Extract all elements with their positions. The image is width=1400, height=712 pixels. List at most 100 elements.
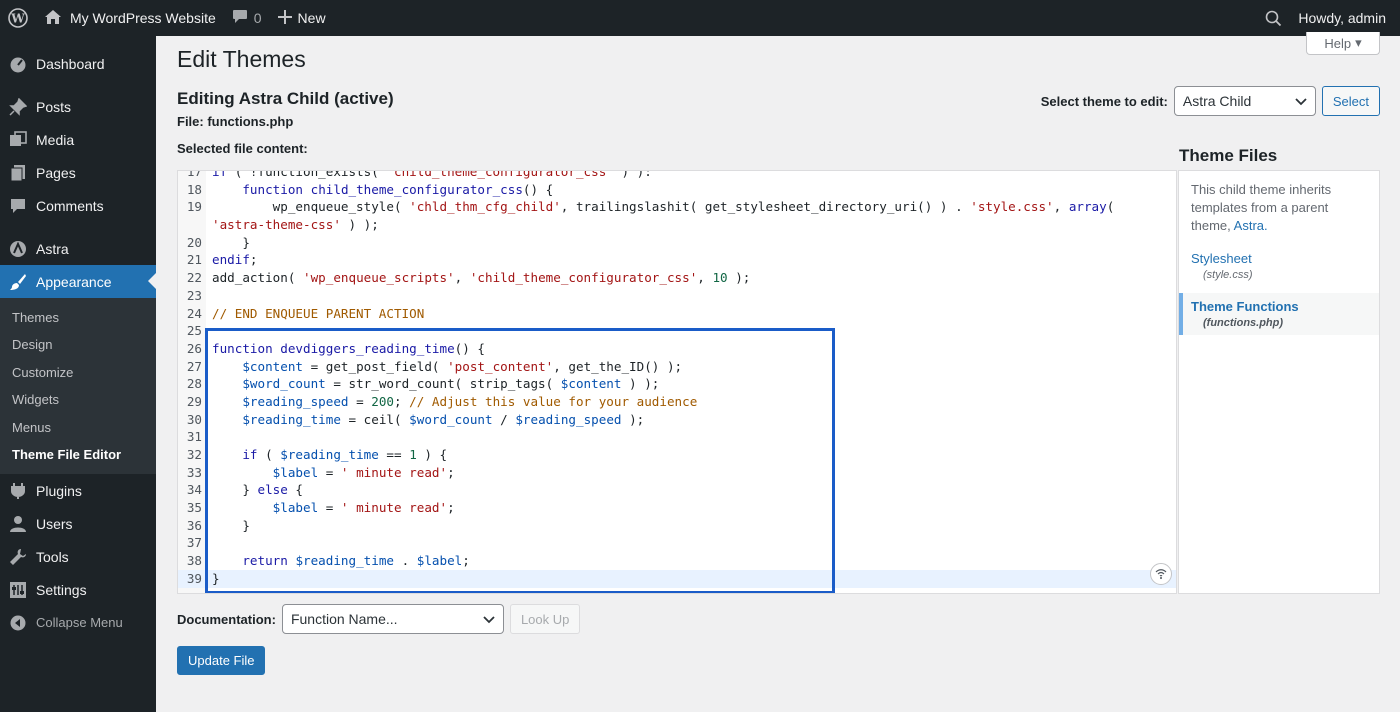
code-line: 24// END ENQUEUE PARENT ACTION — [186, 305, 425, 321]
sidebar-item-pages[interactable]: Pages — [0, 156, 156, 189]
appearance-submenu: Themes Design Customize Widgets Menus Th… — [0, 298, 156, 475]
collapse-icon — [8, 613, 28, 633]
submenu-item-menus[interactable]: Menus — [0, 414, 156, 441]
sidebar-item-media[interactable]: Media — [0, 123, 156, 156]
submenu-item-themes[interactable]: Themes — [0, 304, 156, 331]
code-line: 34 } else { — [186, 482, 304, 498]
sidebar-item-appearance[interactable]: Appearance — [0, 265, 156, 298]
file-path-label: (functions.php) — [1203, 317, 1284, 329]
submenu-item-theme-file-editor[interactable]: Theme File Editor — [0, 441, 156, 468]
code-line: 19 wp_enqueue_style( 'chld_thm_cfg_child… — [186, 199, 1115, 215]
settings-icon — [8, 580, 28, 600]
file-name-label: Stylesheet — [1191, 251, 1252, 266]
sidebar-item-label: Comments — [36, 197, 104, 214]
file-item-stylesheet[interactable]: Stylesheet (style.css) — [1179, 245, 1379, 287]
sidebar-item-users[interactable]: Users — [0, 507, 156, 540]
sidebar-item-plugins[interactable]: Plugins — [0, 474, 156, 507]
code-line: 20 } — [186, 234, 250, 250]
function-name-select[interactable]: Function Name... — [281, 604, 504, 634]
code-line: 26 function devdiggers_reading_time() { — [186, 340, 485, 356]
collapse-menu-button[interactable]: Collapse Menu — [0, 606, 156, 639]
sidebar-item-label: Settings — [36, 581, 87, 598]
theme-selector: Select theme to edit: Astra Child Select — [1041, 86, 1380, 116]
function-select-value: Function Name... — [290, 611, 398, 627]
chevron-down-icon — [1295, 93, 1307, 109]
search-icon[interactable] — [1265, 0, 1298, 36]
sidebar-item-astra[interactable]: Astra — [0, 232, 156, 265]
caret-down-icon: ▾ — [1355, 35, 1362, 50]
code-line: 30 $reading_time = ceil( $word_count / $… — [186, 411, 645, 427]
comment-bubble-icon — [232, 9, 248, 27]
code-line: 22 add_action( 'wp_enqueue_scripts', 'chi… — [186, 270, 751, 286]
editing-heading: Editing Astra Child (active) — [177, 89, 394, 108]
theme-select-value: Astra Child — [1182, 93, 1252, 109]
help-label: Help — [1324, 35, 1352, 51]
documentation-row: Documentation: Function Name... Look Up — [177, 604, 581, 634]
code-line: 25 — [186, 323, 202, 339]
comment-icon — [8, 196, 28, 216]
page-title: Edit Themes — [177, 46, 306, 72]
code-editor[interactable]: 17 if ( !function_exists( 'child_theme_co… — [177, 170, 1177, 594]
sidebar-item-label: Media — [36, 131, 75, 148]
sidebar-item-tools[interactable]: Tools — [0, 540, 156, 573]
code-line: 17 if ( !function_exists( 'child_theme_co… — [186, 170, 652, 179]
account-menu[interactable]: Howdy, admin — [1298, 0, 1386, 36]
code-line: 29 $reading_speed = 200; // Adjust this … — [186, 393, 698, 409]
home-icon — [44, 9, 62, 28]
submenu-item-customize[interactable]: Customize — [0, 359, 156, 386]
documentation-label: Documentation: — [177, 611, 276, 627]
sidebar-item-posts[interactable]: Posts — [0, 90, 156, 123]
file-name-label: Theme Functions — [1191, 299, 1299, 314]
new-content-link[interactable]: New — [262, 0, 326, 36]
file-path-label: (style.css) — [1203, 269, 1253, 281]
code-line: 21 endif; — [186, 252, 258, 268]
wordpress-logo-icon[interactable]: W — [0, 0, 36, 36]
sidebar-item-label: Dashboard — [36, 55, 105, 72]
code-line: 18 function child_theme_configurator_css… — [186, 181, 554, 197]
inherit-notice: This child theme inherits templates from… — [1179, 171, 1379, 245]
file-item-theme-functions[interactable]: Theme Functions (functions.php) — [1179, 293, 1379, 335]
dashboard-icon — [8, 54, 28, 74]
site-name-link[interactable]: My WordPress Website — [36, 0, 216, 36]
sidebar-item-settings[interactable]: Settings — [0, 573, 156, 606]
pin-icon — [8, 97, 28, 117]
svg-text:W: W — [10, 12, 25, 26]
submenu-item-widgets[interactable]: Widgets — [0, 386, 156, 413]
selected-content-label: Selected file content: — [177, 141, 308, 156]
code-line: 31 — [186, 429, 202, 445]
howdy-label: Howdy, admin — [1298, 10, 1386, 26]
sidebar-item-label: Astra — [36, 240, 69, 257]
look-up-button[interactable]: Look Up — [509, 604, 581, 634]
plugin-icon — [8, 481, 28, 501]
theme-files-panel: This child theme inherits templates from… — [1178, 170, 1380, 594]
update-file-button[interactable]: Update File — [177, 646, 266, 675]
comments-link[interactable]: 0 — [216, 0, 262, 36]
code-line: 37 — [186, 535, 202, 551]
plus-icon — [277, 9, 292, 27]
parent-theme-link[interactable]: Astra. — [1234, 218, 1268, 233]
code-line: 27 $content = get_post_field( 'post_cont… — [186, 358, 683, 374]
new-label: New — [297, 10, 326, 26]
select-button[interactable]: Select — [1321, 86, 1380, 116]
page-icon — [8, 163, 28, 183]
code-content: 17 if ( !function_exists( 'child_theme_co… — [178, 170, 1176, 588]
chevron-down-icon — [483, 611, 495, 627]
theme-select[interactable]: Astra Child — [1173, 86, 1316, 116]
file-name: File: functions.php — [177, 114, 294, 129]
collapse-menu-label: Collapse Menu — [36, 615, 123, 631]
sidebar-item-comments[interactable]: Comments — [0, 189, 156, 222]
brush-icon — [8, 272, 28, 292]
submenu-item-design[interactable]: Design — [0, 331, 156, 358]
wrench-icon — [8, 547, 28, 567]
astra-icon — [8, 239, 28, 259]
code-line: 'astra-theme-css' ) ); — [212, 217, 379, 233]
sidebar-item-label: Pages — [36, 164, 76, 181]
code-line: 33 $label = ' minute read'; — [186, 464, 455, 480]
sidebar-item-dashboard[interactable]: Dashboard — [0, 47, 156, 80]
code-line: 35 $label = ' minute read'; — [186, 500, 455, 516]
sidebar-item-label: Plugins — [36, 482, 82, 499]
wifi-icon[interactable] — [1150, 563, 1172, 585]
code-line: 38 return $reading_time . $label; — [186, 553, 470, 569]
admin-bar: W My WordPress Website 0 New Howdy, admi… — [0, 0, 1400, 36]
help-button[interactable]: Help ▾ — [1306, 32, 1380, 55]
